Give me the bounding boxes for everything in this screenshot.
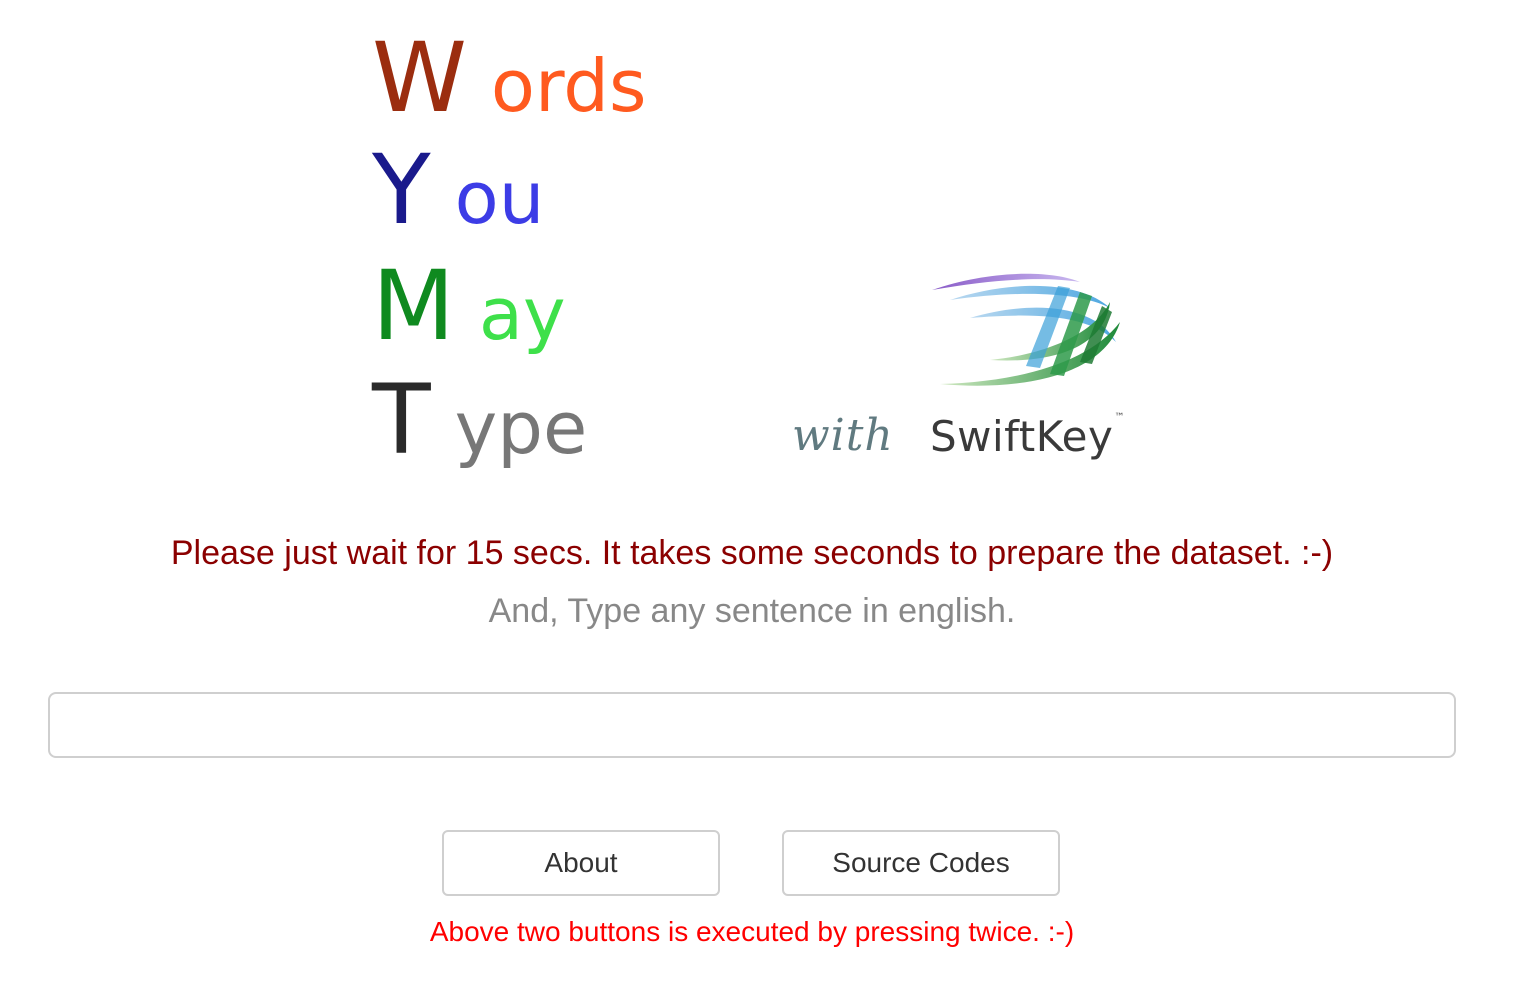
logo-rest-ords: ords — [490, 44, 647, 128]
type-prompt: And, Type any sentence in english. — [488, 592, 1016, 630]
logo-cap-t: T — [372, 364, 431, 476]
wymt-logo: Words You May Type — [372, 30, 732, 480]
logo-row-may: May — [372, 258, 566, 354]
logo-row-words: Words — [372, 30, 647, 126]
swiftkey-name-text: SwiftKey — [930, 412, 1114, 461]
logo-row-you: You — [372, 142, 544, 238]
swiftkey-name: SwiftKey™ — [930, 412, 1125, 461]
swiftkey-with-text: with — [792, 410, 894, 461]
logo-row-type: Type — [372, 372, 587, 468]
about-button[interactable]: About — [442, 830, 720, 896]
sentence-input[interactable] — [48, 692, 1456, 758]
source-codes-button[interactable]: Source Codes — [782, 830, 1060, 896]
logo-cap-w: W — [372, 22, 467, 134]
page: Words You May Type with SwiftKey™ Please… — [0, 0, 1518, 1000]
logo-cap-y: Y — [372, 134, 431, 246]
swiftkey-emblem-icon — [932, 273, 1120, 386]
logo-rest-ou: ou — [454, 156, 545, 240]
wait-message: Please just wait for 15 secs. It takes s… — [170, 534, 1334, 572]
swiftkey-logo: with SwiftKey™ — [790, 262, 1140, 472]
logo-cap-m: M — [372, 250, 455, 362]
swiftkey-trademark: ™ — [1114, 412, 1125, 423]
logo-rest-ay: ay — [478, 272, 566, 356]
buttons-note: Above two buttons is executed by pressin… — [429, 916, 1075, 947]
logo-rest-ype: ype — [454, 386, 588, 470]
